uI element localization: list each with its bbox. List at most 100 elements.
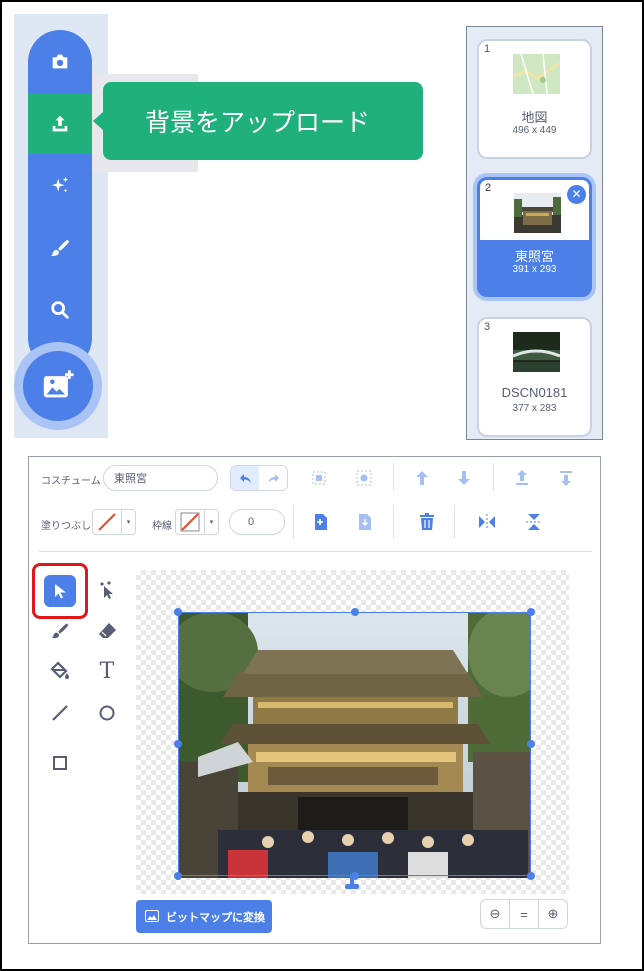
convert-to-bitmap-button[interactable]: ビットマップに変換: [136, 900, 272, 933]
toolbar-separator: [293, 505, 294, 539]
copy-button[interactable]: [310, 511, 332, 533]
resize-handle[interactable]: [174, 872, 182, 880]
costume-name: 東照宮: [514, 249, 554, 264]
search-button[interactable]: [28, 280, 92, 340]
search-icon: [51, 301, 69, 319]
rectangle-tool[interactable]: [44, 747, 76, 779]
delete-costume-icon[interactable]: ✕: [567, 185, 586, 204]
surprise-button[interactable]: [28, 156, 92, 216]
costume-item[interactable]: 3 DSCN0181 377 x 283: [477, 317, 592, 437]
resize-handle[interactable]: [527, 872, 535, 880]
forward-button[interactable]: [411, 467, 433, 489]
paint-button[interactable]: [28, 218, 92, 278]
paste-button[interactable]: [354, 511, 376, 533]
back-button[interactable]: [555, 467, 577, 489]
group-icon: [312, 471, 326, 485]
undo-redo-group: [230, 465, 288, 491]
select-tool[interactable]: [44, 575, 76, 607]
image-icon: [145, 910, 159, 922]
redo-icon: [267, 473, 279, 483]
paintbrush-icon: [50, 239, 70, 256]
resize-handle[interactable]: [527, 740, 535, 748]
choose-backdrop-button[interactable]: [14, 342, 102, 430]
rotate-handle-icon[interactable]: [343, 876, 361, 890]
ungroup-button[interactable]: [353, 467, 375, 489]
costume-size: 496 x 449: [512, 125, 557, 136]
outline-color-picker[interactable]: ▾: [175, 509, 219, 535]
select-arrow-icon: [55, 584, 66, 599]
toolbar-divider: [39, 551, 592, 552]
chevron-down-icon: ▾: [121, 510, 135, 534]
camera-icon: [52, 54, 68, 69]
resize-handle[interactable]: [527, 608, 535, 616]
costume-name-input[interactable]: 東照宮: [103, 465, 218, 491]
costume-item-selected[interactable]: 2 ✕ 東照宮 391 x 293: [477, 177, 592, 297]
paint-editor: コスチューム 東照宮 塗りつぶし ▾ 枠線 ▾ 0 T ビットマップに変換 ⊖ …: [28, 456, 601, 944]
text-tool[interactable]: T: [91, 655, 123, 687]
line-tool[interactable]: [44, 697, 76, 729]
resize-handle[interactable]: [174, 608, 182, 616]
paste-icon: [359, 514, 371, 530]
costume-list: 1 地図 496 x 449 2 ✕ 東照宮 391 x 293 3 DSCN0…: [466, 26, 603, 440]
flip-horizontal-button[interactable]: [476, 511, 498, 533]
paint-bucket-icon: [50, 661, 69, 679]
camera-button[interactable]: [28, 32, 92, 92]
costume-number: 2: [485, 182, 492, 194]
fill-color-picker[interactable]: ▾: [92, 509, 136, 535]
circle-icon: [99, 705, 115, 721]
toolbar-separator: [454, 505, 455, 539]
resize-handle[interactable]: [351, 608, 359, 616]
backdrop-menu: [28, 30, 92, 370]
undo-button[interactable]: [231, 466, 259, 490]
costume-thumbnail-toshogu: [514, 193, 561, 233]
reshape-tool[interactable]: [91, 575, 123, 607]
backward-button[interactable]: [453, 467, 475, 489]
outline-none-icon: [180, 512, 200, 532]
toolbar-separator: [393, 505, 394, 539]
back-icon: [560, 471, 572, 486]
upload-backdrop-tooltip: 背景をアップロード: [103, 82, 423, 160]
eraser-tool[interactable]: [91, 615, 123, 647]
reshape-icon: [100, 581, 113, 599]
upload-button[interactable]: [28, 94, 92, 154]
add-backdrop-icon: [43, 370, 74, 398]
ungroup-icon: [356, 470, 372, 486]
delete-button[interactable]: [416, 511, 438, 533]
redo-button[interactable]: [259, 466, 287, 490]
flip-horizontal-icon: [479, 514, 495, 530]
eraser-icon: [99, 623, 116, 638]
costume-size: 391 x 293: [512, 264, 557, 275]
sparkle-surprise-icon: [51, 176, 69, 193]
brush-icon: [51, 623, 69, 639]
zoom-reset-button[interactable]: =: [509, 900, 538, 928]
convert-to-bitmap-label: ビットマップに変換: [166, 911, 265, 924]
line-icon: [52, 705, 68, 721]
flip-vertical-button[interactable]: [523, 511, 545, 533]
fill-tool[interactable]: [44, 655, 76, 687]
forward-icon: [416, 471, 428, 485]
front-button[interactable]: [511, 467, 533, 489]
costume-item[interactable]: 1 地図 496 x 449: [477, 39, 592, 159]
toolbar-separator: [393, 463, 394, 491]
costume-thumbnail-photo: [513, 332, 560, 372]
zoom-in-button[interactable]: ⊕: [538, 900, 567, 928]
costume-label: コスチューム: [41, 476, 101, 487]
costume-number: 3: [484, 321, 491, 333]
circle-tool[interactable]: [91, 697, 123, 729]
zoom-out-button[interactable]: ⊖: [481, 900, 509, 928]
fill-label: 塗りつぶし: [41, 521, 92, 532]
selection-bounding-box[interactable]: [178, 612, 531, 876]
rectangle-icon: [53, 756, 67, 770]
brush-tool[interactable]: [44, 615, 76, 647]
group-button[interactable]: [308, 467, 330, 489]
chevron-down-icon: ▾: [204, 510, 218, 534]
front-icon: [516, 470, 528, 485]
resize-handle[interactable]: [174, 740, 182, 748]
outline-width-input[interactable]: 0: [229, 509, 285, 535]
costume-name: 地図: [521, 110, 548, 125]
copy-icon: [315, 514, 327, 530]
costume-thumbnail-map: [513, 54, 560, 94]
upload-icon: [52, 115, 68, 132]
costume-name: DSCN0181: [501, 385, 568, 400]
trash-icon: [420, 513, 434, 530]
